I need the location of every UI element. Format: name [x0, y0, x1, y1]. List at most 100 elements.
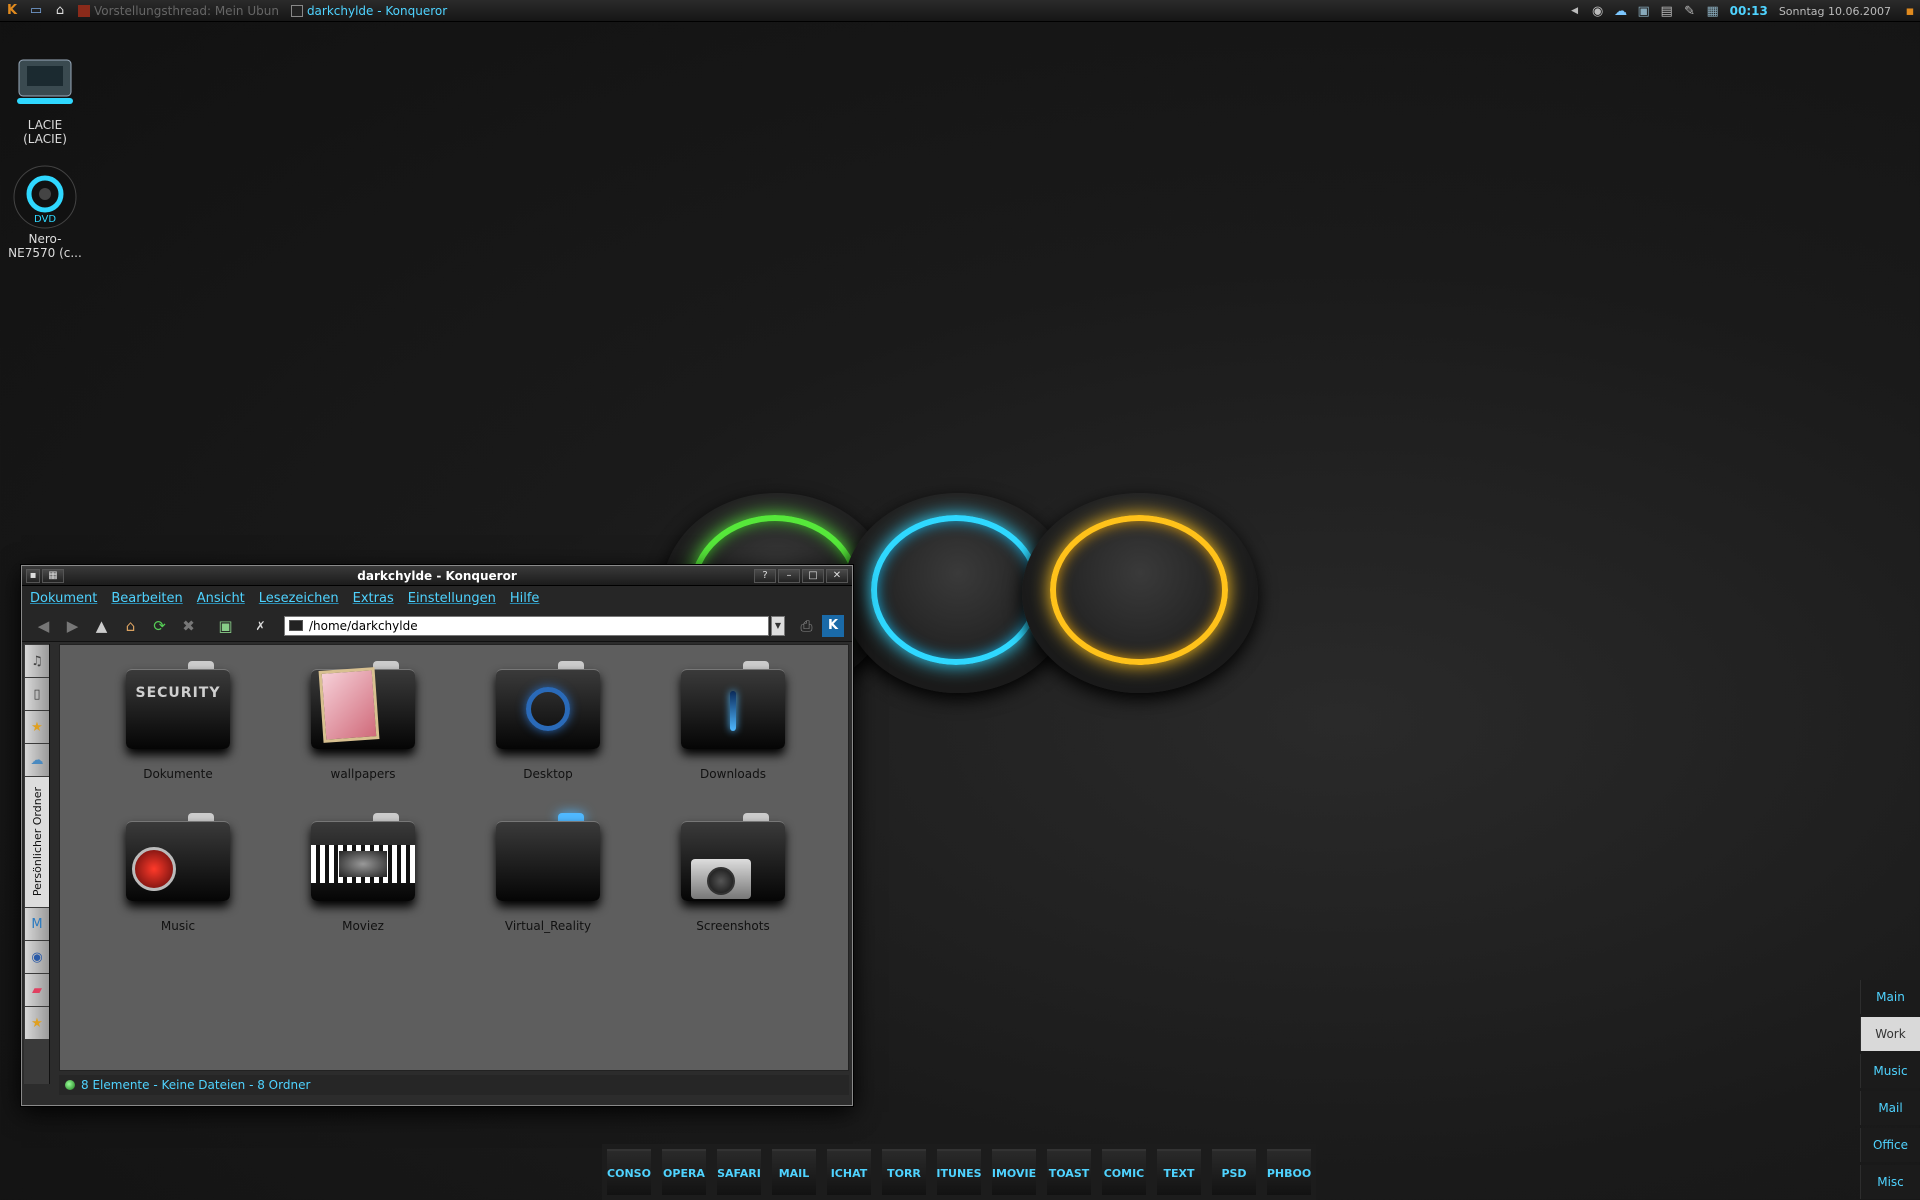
- folder-label: Desktop: [523, 767, 573, 781]
- window-titlebar[interactable]: ▪ ▦ darkchylde - Konqueror ? – □ ✕: [22, 566, 852, 586]
- dock-item-mail[interactable]: MAIL: [772, 1149, 816, 1195]
- dock-item-opera[interactable]: OPERA: [662, 1149, 706, 1195]
- pager-desktop-work[interactable]: Work: [1860, 1017, 1920, 1051]
- sidebar-music-icon[interactable]: ♫: [25, 645, 49, 677]
- folder-music[interactable]: Music: [103, 807, 253, 933]
- sidebar-document-icon[interactable]: ▯: [25, 678, 49, 710]
- pager-desktop-main[interactable]: Main: [1860, 980, 1920, 1014]
- desktop-icon-lacie[interactable]: LACIE (LACIE): [0, 52, 90, 146]
- folder-wallpapers[interactable]: wallpapers: [288, 655, 438, 781]
- menu-dokument[interactable]: Dokument: [30, 591, 97, 606]
- desktop-icon-label: Nero- NE7570 (c...: [8, 232, 82, 260]
- pager-desktop-office[interactable]: Office: [1860, 1128, 1920, 1162]
- dock-item-psd[interactable]: PSD: [1212, 1149, 1256, 1195]
- maximize-button[interactable]: □: [802, 568, 824, 583]
- folder-moviez[interactable]: Moviez: [288, 807, 438, 933]
- folder-downloads[interactable]: Downloads: [658, 655, 808, 781]
- sidebar-favorites-icon[interactable]: ★: [25, 1007, 49, 1039]
- folder-screenshots[interactable]: Screenshots: [658, 807, 808, 933]
- update-icon[interactable]: ▦: [1703, 2, 1723, 20]
- clock[interactable]: 00:13: [1730, 4, 1768, 18]
- headphones-folder-icon: [118, 807, 238, 907]
- desktop-icon-dvd[interactable]: DVD Nero- NE7570 (c...: [0, 165, 90, 260]
- dock-item-conso[interactable]: CONSO: [607, 1149, 651, 1195]
- folder-favicon-icon: [289, 620, 303, 631]
- kde-logo-icon[interactable]: K: [822, 614, 844, 637]
- system-tray: ◀ ◉ ☁ ▣ ▤ ✎ ▦ 00:13 Sonntag 10.06.2007 ▪: [1565, 0, 1920, 22]
- sidebar-tab-label: Persönlicher Ordner: [30, 787, 44, 897]
- arrow-left-icon[interactable]: ◀: [1565, 2, 1585, 20]
- stop-icon[interactable]: ✖: [175, 614, 202, 638]
- help-button[interactable]: ?: [754, 568, 776, 583]
- dock-item-ichat[interactable]: ICHAT: [827, 1149, 871, 1195]
- dock-item-torr[interactable]: TORR: [882, 1149, 926, 1195]
- pager-desktop-misc[interactable]: Misc: [1860, 1165, 1920, 1199]
- menu-ansicht[interactable]: Ansicht: [197, 591, 245, 606]
- film-folder-icon: [303, 807, 423, 907]
- dock-item-itunes[interactable]: ITUNES: [936, 1149, 982, 1195]
- dock-item-imovie[interactable]: IMOVIE: [992, 1149, 1036, 1195]
- folder-desktop[interactable]: Desktop: [473, 655, 623, 781]
- new-folder-icon[interactable]: ▣: [212, 614, 239, 638]
- window-menu-button[interactable]: ▪: [26, 568, 40, 583]
- task-forum[interactable]: Vorstellungsthread: Mein Ubun: [72, 4, 285, 18]
- status-led-icon: [65, 1080, 75, 1090]
- pager-desktop-mail[interactable]: Mail: [1860, 1091, 1920, 1125]
- folder-dokumente[interactable]: SECURITY Dokumente: [103, 655, 253, 781]
- task-konqueror[interactable]: darkchylde - Konqueror: [285, 4, 453, 18]
- sidebar-tab-home[interactable]: Persönlicher Ordner: [25, 777, 49, 907]
- content-area: ♫ ▯ ★ ☁ Persönlicher Ordner M ◉ ▰ ★ SECU…: [22, 644, 852, 1106]
- network-icon[interactable]: ✎: [1680, 2, 1700, 20]
- folder-virtual-reality[interactable]: Virtual_Reality: [473, 807, 623, 933]
- glow-folder-icon: [488, 807, 608, 907]
- clock-app-icon[interactable]: ◉: [1588, 2, 1608, 20]
- dock-item-safari[interactable]: SAFARI: [717, 1149, 761, 1195]
- task-label: Vorstellungsthread: Mein Ubun: [94, 3, 279, 18]
- home-icon[interactable]: ⌂: [117, 614, 144, 638]
- dock-item-toast[interactable]: TOAST: [1047, 1149, 1091, 1195]
- dock-item-phboo[interactable]: PHBOO: [1267, 1149, 1311, 1195]
- dock-item-text[interactable]: TEXT: [1157, 1149, 1201, 1195]
- folder-label: Screenshots: [696, 919, 770, 933]
- desktop-pager: Main Work Music Mail Office Misc: [1860, 980, 1920, 1200]
- location-field[interactable]: /home/darkchylde: [284, 615, 769, 636]
- sidebar-media-icon[interactable]: M: [25, 908, 49, 940]
- dock: CONSO OPERA SAFARI MAIL ICHAT TORR ITUNE…: [602, 1144, 1316, 1200]
- minimize-button[interactable]: –: [778, 568, 800, 583]
- window-icon[interactable]: ▣: [1634, 2, 1654, 20]
- chat-icon[interactable]: ☁: [1611, 2, 1631, 20]
- sidebar-bookmark-icon[interactable]: ★: [25, 711, 49, 743]
- back-icon[interactable]: ◀: [30, 614, 57, 638]
- picture-folder-icon: [303, 655, 423, 755]
- close-button[interactable]: ✕: [826, 568, 848, 583]
- menu-bearbeiten[interactable]: Bearbeiten: [111, 591, 182, 606]
- sidebar-globe-icon[interactable]: ◉: [25, 941, 49, 973]
- dvd-icon: DVD: [10, 165, 80, 229]
- forward-icon[interactable]: ▶: [59, 614, 86, 638]
- icon-view[interactable]: SECURITY Dokumente wallpapers Desktop Do…: [59, 644, 849, 1071]
- folder-label: Downloads: [700, 767, 766, 781]
- clipboard-icon[interactable]: ▤: [1657, 2, 1677, 20]
- k-menu-icon[interactable]: K: [3, 2, 21, 20]
- sidebar-history-icon[interactable]: ▰: [25, 974, 49, 1006]
- pager-desktop-music[interactable]: Music: [1860, 1054, 1920, 1088]
- dock-item-comic[interactable]: COMIC: [1102, 1149, 1146, 1195]
- home-icon[interactable]: ⌂: [51, 2, 69, 20]
- menu-hilfe[interactable]: Hilfe: [510, 591, 540, 606]
- statusbar: 8 Elemente - Keine Dateien - 8 Ordner: [59, 1075, 849, 1095]
- up-icon[interactable]: ▲: [88, 614, 115, 638]
- location-dropdown-button[interactable]: ▼: [771, 615, 785, 636]
- browser-icon: [78, 4, 90, 17]
- clear-location-icon[interactable]: ✗: [247, 614, 274, 638]
- lock-icon[interactable]: ▪: [1900, 2, 1920, 20]
- camera-folder-icon: [673, 807, 793, 907]
- menu-extras[interactable]: Extras: [353, 591, 394, 606]
- sidebar-network-icon[interactable]: ☁: [25, 744, 49, 776]
- reload-icon[interactable]: ⟳: [146, 614, 173, 638]
- menu-lesezeichen[interactable]: Lesezeichen: [259, 591, 339, 606]
- menu-einstellungen[interactable]: Einstellungen: [408, 591, 496, 606]
- sticky-button[interactable]: ▦: [42, 568, 64, 583]
- desktop-icon[interactable]: ▭: [27, 2, 45, 20]
- konqueror-window: ▪ ▦ darkchylde - Konqueror ? – □ ✕ Dokum…: [21, 565, 853, 1106]
- print-icon[interactable]: ⎙: [793, 614, 820, 638]
